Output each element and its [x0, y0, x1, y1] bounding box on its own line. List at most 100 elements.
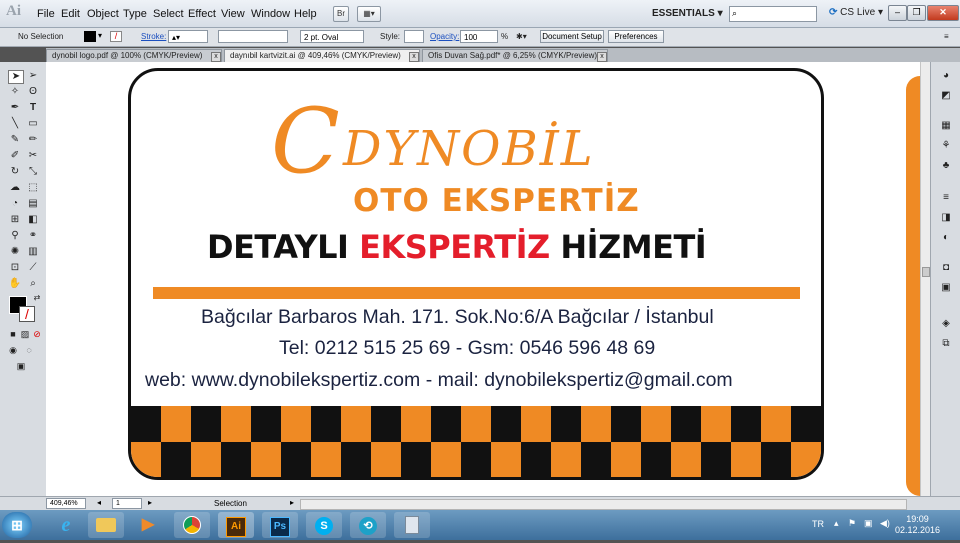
gradient-panel-icon[interactable]: ◨ — [939, 212, 953, 224]
graphic-styles-icon[interactable]: ▣ — [939, 282, 953, 294]
free-transform-tool-icon[interactable]: ⬚ — [26, 182, 40, 194]
next-artboard-icon[interactable]: ▸ — [148, 498, 152, 507]
style-field[interactable] — [404, 30, 424, 43]
volume-icon[interactable]: ◀) — [880, 518, 890, 529]
opacity-label[interactable]: Opacity: — [430, 32, 459, 41]
brush-field[interactable]: 2 pt. Oval — [300, 30, 364, 43]
artboards-panel-icon[interactable]: ⧉ — [939, 338, 953, 350]
stroke-color-icon[interactable]: / — [19, 306, 35, 322]
tab-kartvizit[interactable]: daynıbil kartvizit.ai @ 409,46% (CMYK/Pr… — [224, 49, 420, 62]
mesh-tool-icon[interactable]: ⊞ — [8, 214, 22, 226]
status-mode[interactable]: Selection — [214, 499, 247, 508]
document-setup-button[interactable]: Document Setup — [540, 30, 604, 43]
tab-dynobil-logo[interactable]: dynobil logo.pdf @ 100% (CMYK/Preview) x — [46, 49, 222, 62]
panel-menu-icon[interactable]: ≡ — [944, 32, 949, 41]
menu-effect[interactable]: Effect — [188, 8, 216, 20]
scissors-tool-icon[interactable]: ✂ — [26, 150, 40, 162]
app-icon[interactable]: ⟲ — [350, 512, 386, 538]
eyedropper-tool-icon[interactable]: ⚲ — [8, 230, 22, 242]
search-input[interactable]: ⌕ — [729, 6, 817, 22]
pen-tool-icon[interactable]: ✒ — [8, 102, 22, 114]
symbols-panel-icon[interactable]: ♣ — [939, 160, 953, 172]
blend-tool-icon[interactable]: ⚭ — [26, 230, 40, 242]
minimize-button[interactable]: – — [888, 5, 907, 21]
stroke-label[interactable]: Stroke: — [141, 32, 166, 41]
horizontal-scrollbar[interactable] — [300, 499, 907, 510]
previous-artboard-icon[interactable]: ◂ — [97, 498, 101, 507]
gradient-tool-icon[interactable]: ◧ — [26, 214, 40, 226]
none-mode-icon[interactable]: ⊘ — [30, 328, 44, 340]
swatches-panel-icon[interactable]: ▦ — [939, 120, 953, 132]
zoom-tool-icon[interactable]: ⌕ — [26, 278, 40, 290]
selection-tool-icon[interactable]: ➤ — [8, 70, 24, 84]
preferences-button[interactable]: Preferences — [608, 30, 664, 43]
stroke-panel-icon[interactable]: ≡ — [939, 192, 953, 204]
skype-icon[interactable]: S — [306, 512, 342, 538]
swap-colors-icon[interactable]: ⇄ — [30, 292, 44, 304]
draw-behind-icon[interactable]: ◌ — [22, 344, 36, 356]
business-card-artboard[interactable]: C DYNOBİL OTO EKSPERTİZ DETAYLI EKSPERTİ… — [128, 68, 824, 480]
menu-select[interactable]: Select — [153, 8, 184, 20]
menu-view[interactable]: View — [221, 8, 245, 20]
arrange-documents-button[interactable]: ▦▾ — [357, 6, 381, 22]
chrome-icon[interactable] — [174, 512, 210, 538]
draw-normal-icon[interactable]: ◉ — [6, 344, 20, 356]
stroke-swatch[interactable]: / — [110, 31, 122, 42]
paintbrush-tool-icon[interactable]: ✎ — [8, 134, 22, 146]
close-tab-icon[interactable]: x — [409, 52, 419, 62]
color-panel-icon[interactable]: ◕ — [939, 70, 953, 82]
variable-width-field[interactable] — [218, 30, 288, 43]
slice-tool-icon[interactable]: ⟋ — [26, 262, 40, 274]
transparency-panel-icon[interactable]: ◐ — [939, 232, 953, 244]
zoom-field[interactable]: 409,46% — [46, 498, 86, 509]
close-tab-icon[interactable]: x — [211, 52, 221, 62]
lasso-tool-icon[interactable]: ʘ — [26, 86, 40, 98]
direct-selection-tool-icon[interactable]: ➢ — [26, 70, 40, 82]
magic-wand-tool-icon[interactable]: ✧ — [8, 86, 22, 98]
shape-builder-tool-icon[interactable]: ◔ — [8, 198, 22, 210]
screen-mode-icon[interactable]: ▣ — [14, 360, 28, 372]
layers-panel-icon[interactable]: ◈ — [939, 318, 953, 330]
brushes-panel-icon[interactable]: ⚘ — [939, 140, 953, 152]
scale-tool-icon[interactable]: ⤡ — [26, 166, 40, 178]
tab-ofis-duvan[interactable]: Ofis Duvan Sağ.pdf* @ 6,25% (CMYK/Previe… — [422, 49, 608, 62]
recolor-icon[interactable]: ✱▾ — [516, 32, 527, 41]
illustrator-taskbar-icon[interactable]: Ai — [218, 512, 254, 538]
rotate-tool-icon[interactable]: ↻ — [8, 166, 22, 178]
stroke-weight-field[interactable]: ▴▾ — [168, 30, 208, 43]
menu-edit[interactable]: Edit — [61, 8, 80, 20]
artboard-tool-icon[interactable]: ⊡ — [8, 262, 22, 274]
hand-tool-icon[interactable]: ✋ — [8, 278, 22, 290]
close-button[interactable]: ✕ — [927, 5, 959, 21]
fill-dropdown-icon[interactable]: ▾ — [98, 31, 106, 42]
pencil-tool-icon[interactable]: ✏ — [26, 134, 40, 146]
clock[interactable]: 19:09 02.12.2016 — [895, 514, 940, 536]
photoshop-taskbar-icon[interactable]: Ps — [262, 512, 298, 538]
network-icon[interactable]: ▣ — [864, 518, 873, 529]
perspective-tool-icon[interactable]: ▤ — [26, 198, 40, 210]
appearance-panel-icon[interactable]: ◘ — [939, 262, 953, 274]
rectangle-tool-icon[interactable]: ▭ — [26, 118, 40, 130]
file-explorer-icon[interactable] — [88, 512, 124, 538]
menu-type[interactable]: Type — [123, 8, 147, 20]
menu-file[interactable]: File — [37, 8, 55, 20]
restore-button[interactable]: ❐ — [907, 5, 926, 21]
menu-object[interactable]: Object — [87, 8, 119, 20]
menu-help[interactable]: Help — [294, 8, 317, 20]
bridge-button[interactable]: Br — [333, 6, 349, 22]
status-arrow-icon[interactable]: ▸ — [290, 498, 294, 507]
line-tool-icon[interactable]: ╲ — [8, 118, 22, 130]
scroll-thumb[interactable] — [922, 267, 930, 277]
tray-expand-icon[interactable]: ▴ — [834, 518, 839, 529]
menu-window[interactable]: Window — [251, 8, 290, 20]
symbol-sprayer-tool-icon[interactable]: ✺ — [8, 246, 22, 258]
graph-tool-icon[interactable]: ▥ — [26, 246, 40, 258]
internet-explorer-icon[interactable]: e — [48, 512, 84, 538]
type-tool-icon[interactable]: T — [26, 102, 40, 114]
calculator-icon[interactable] — [394, 512, 430, 538]
fill-swatch[interactable] — [84, 31, 96, 42]
opacity-field[interactable]: 100 — [460, 30, 498, 43]
color-guide-icon[interactable]: ◩ — [939, 90, 953, 102]
cs-live-menu[interactable]: ⟳ CS Live ▾ — [829, 7, 883, 18]
flag-icon[interactable]: ⚑ — [848, 518, 856, 529]
